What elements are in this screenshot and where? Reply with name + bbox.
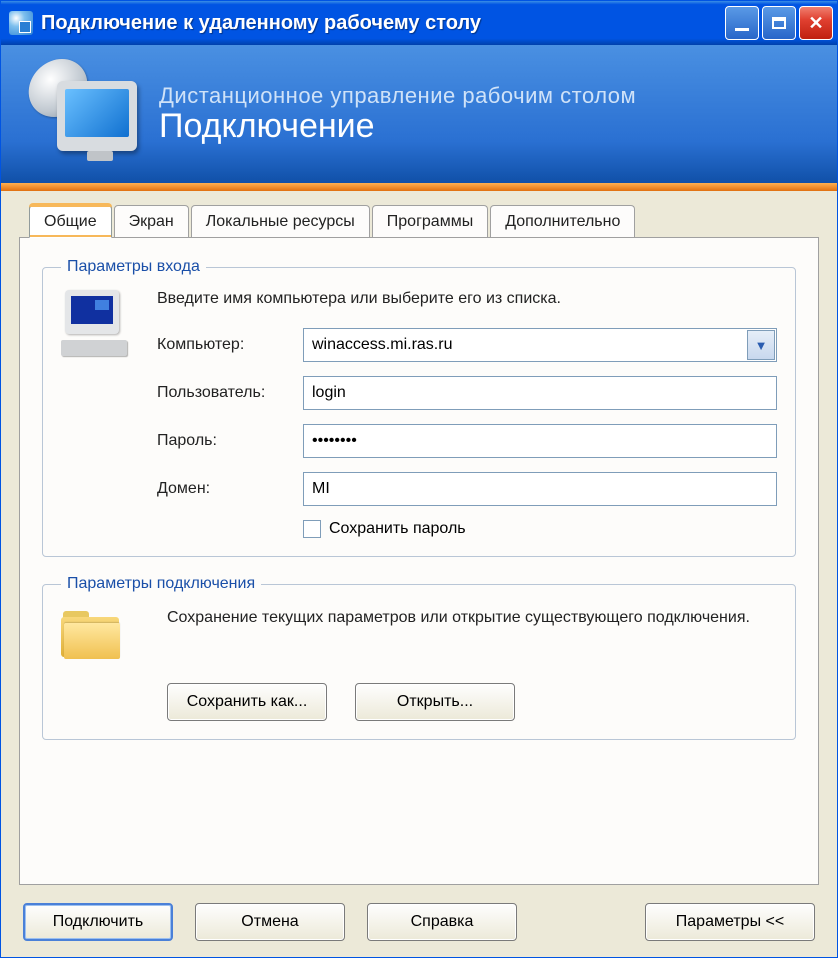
computer-icon <box>61 290 131 356</box>
folder-icon <box>61 611 123 661</box>
close-button[interactable]: ✕ <box>799 6 833 40</box>
login-legend: Параметры входа <box>61 258 206 276</box>
banner: Дистанционное управление рабочим столом … <box>1 45 837 183</box>
chevron-down-icon[interactable]: ▼ <box>747 330 775 360</box>
maximize-button[interactable] <box>762 6 796 40</box>
save-password-row[interactable]: Сохранить пароль <box>303 520 777 538</box>
password-label: Пароль: <box>157 432 297 450</box>
tab-advanced[interactable]: Дополнительно <box>490 205 635 237</box>
save-password-label: Сохранить пароль <box>329 520 466 538</box>
tab-general[interactable]: Общие <box>29 205 112 238</box>
computer-combo[interactable]: ▼ <box>303 328 777 362</box>
connection-description: Сохранение текущих параметров или открыт… <box>167 607 777 629</box>
rdp-window: Подключение к удаленному рабочему столу … <box>0 0 838 958</box>
computer-input[interactable] <box>303 328 777 362</box>
minimize-button[interactable] <box>725 6 759 40</box>
window-title: Подключение к удаленному рабочему столу <box>41 12 725 35</box>
connect-button[interactable]: Подключить <box>23 903 173 941</box>
tab-display[interactable]: Экран <box>114 205 189 237</box>
password-input[interactable] <box>303 424 777 458</box>
titlebar[interactable]: Подключение к удаленному рабочему столу … <box>1 1 837 45</box>
banner-subtitle: Дистанционное управление рабочим столом <box>159 83 636 109</box>
footer-buttons: Подключить Отмена Справка Параметры << <box>19 885 819 941</box>
window-controls: ✕ <box>725 6 833 40</box>
domain-input[interactable] <box>303 472 777 506</box>
save-as-button[interactable]: Сохранить как... <box>167 683 327 721</box>
tab-local-resources[interactable]: Локальные ресурсы <box>191 205 370 237</box>
tab-strip: Общие Экран Локальные ресурсы Программы … <box>19 205 819 237</box>
monitor-icon <box>57 81 137 151</box>
computer-label: Компьютер: <box>157 336 297 354</box>
domain-label: Домен: <box>157 480 297 498</box>
app-icon <box>9 11 33 35</box>
connection-group: Параметры подключения Сохранение текущих… <box>42 575 796 740</box>
banner-divider <box>1 183 837 191</box>
tab-programs[interactable]: Программы <box>372 205 488 237</box>
help-button[interactable]: Справка <box>367 903 517 941</box>
tab-panel-general: Параметры входа Введите имя компьютера и… <box>19 237 819 885</box>
client-area: Общие Экран Локальные ресурсы Программы … <box>1 191 837 957</box>
user-input[interactable] <box>303 376 777 410</box>
login-group: Параметры входа Введите имя компьютера и… <box>42 258 796 557</box>
connection-legend: Параметры подключения <box>61 575 261 593</box>
open-button[interactable]: Открыть... <box>355 683 515 721</box>
save-password-checkbox[interactable] <box>303 520 321 538</box>
parameters-button[interactable]: Параметры << <box>645 903 815 941</box>
login-intro-text: Введите имя компьютера или выберите его … <box>157 290 777 308</box>
user-label: Пользователь: <box>157 384 297 402</box>
banner-graphic <box>29 59 149 169</box>
banner-title: Подключение <box>159 107 636 146</box>
cancel-button[interactable]: Отмена <box>195 903 345 941</box>
